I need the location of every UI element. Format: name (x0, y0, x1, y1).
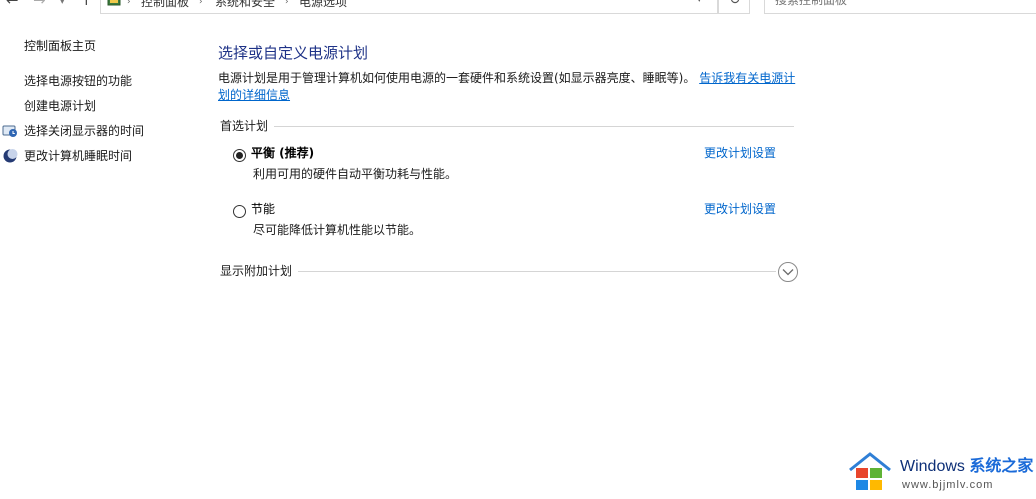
sidebar-item-create-plan[interactable]: 创建电源计划 (24, 98, 96, 114)
address-dropdown-icon[interactable]: ▾ (697, 0, 702, 5)
breadcrumb-separator-icon: › (127, 0, 131, 7)
plan-balanced-change-settings-link[interactable]: 更改计划设置 (704, 146, 776, 161)
search-box[interactable] (764, 0, 1036, 14)
address-bar[interactable]: › 控制面板 › 系统和安全 › 电源选项 ▾ (100, 0, 718, 14)
breadcrumb-power-options[interactable]: 电源选项 (299, 0, 347, 9)
site-watermark: Windows 系统之家 www.bjjmlv.com (846, 448, 1036, 496)
control-panel-icon (107, 0, 121, 6)
chevron-down-icon (782, 269, 794, 276)
watermark-brand-en: Windows (900, 458, 965, 475)
refresh-button[interactable]: ↻ (718, 0, 750, 14)
sidebar-item-power-buttons[interactable]: 选择电源按钮的功能 (24, 73, 132, 89)
section-divider (220, 126, 794, 127)
description-text: 电源计划是用于管理计算机如何使用电源的一套硬件和系统设置(如显示器亮度、睡眠等)… (218, 71, 696, 85)
breadcrumb-control-panel[interactable]: 控制面板 (141, 0, 189, 9)
watermark-url: www.bjjmlv.com (902, 479, 994, 491)
recent-locations-chevron-icon[interactable]: ▾ (60, 0, 65, 10)
watermark-brand-cn: 系统之家 (969, 458, 1034, 475)
plan-power-saver-description: 尽可能降低计算机性能以节能。 (253, 223, 422, 237)
plan-balanced-name[interactable]: 平衡 (推荐) (251, 146, 314, 161)
up-arrow-icon[interactable]: ↑ (80, 0, 93, 8)
breadcrumb-system-security[interactable]: 系统和安全 (215, 0, 275, 9)
sidebar-home-link[interactable]: 控制面板主页 (24, 38, 96, 54)
watermark-brand: Windows 系统之家 (900, 458, 1033, 476)
additional-plans-label[interactable]: 显示附加计划 (220, 264, 299, 278)
expand-additional-plans-button[interactable] (778, 262, 798, 282)
page-description: 电源计划是用于管理计算机如何使用电源的一套硬件和系统设置(如显示器亮度、睡眠等)… (218, 70, 798, 104)
windows-logo-icon (849, 452, 891, 490)
breadcrumb-separator-icon: › (199, 0, 203, 7)
plan-balanced-description: 利用可用的硬件自动平衡功耗与性能。 (253, 167, 458, 181)
sidebar-item-display-off[interactable]: 选择关闭显示器的时间 (24, 123, 144, 139)
plan-power-saver-radio[interactable] (233, 205, 246, 218)
sidebar-item-sleep-time[interactable]: 更改计算机睡眠时间 (24, 148, 132, 164)
preferred-plans-section: 首选计划 (220, 119, 794, 133)
plan-balanced-radio[interactable] (233, 149, 246, 162)
search-input[interactable] (775, 0, 1025, 7)
forward-arrow-icon[interactable]: → (33, 0, 46, 8)
breadcrumb-separator-icon: › (285, 0, 289, 7)
address-toolbar: ← → ▾ ↑ › 控制面板 › 系统和安全 › 电源选项 ▾ ↻ (0, 0, 1036, 14)
section-divider (220, 271, 776, 272)
back-arrow-icon[interactable]: ← (6, 0, 19, 8)
plan-power-saver-change-settings-link[interactable]: 更改计划设置 (704, 202, 776, 217)
plan-power-saver-name[interactable]: 节能 (251, 202, 275, 217)
sleep-moon-icon (3, 149, 18, 163)
page-title: 选择或自定义电源计划 (218, 44, 369, 62)
additional-plans-section: 显示附加计划 (220, 264, 800, 278)
preferred-plans-label: 首选计划 (220, 119, 275, 133)
display-off-icon (2, 125, 17, 137)
refresh-icon: ↻ (729, 0, 741, 8)
